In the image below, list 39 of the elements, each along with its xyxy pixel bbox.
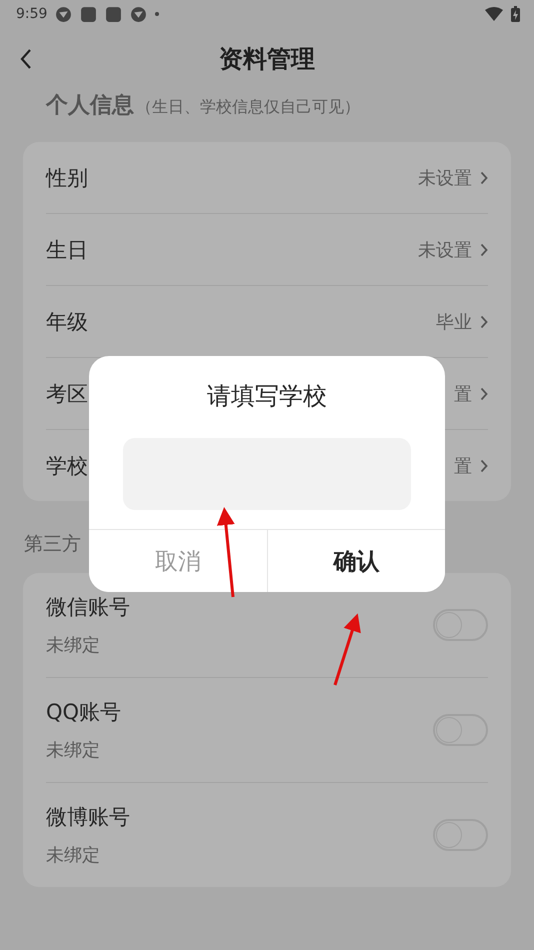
- dialog-title: 请填写学校: [207, 381, 327, 412]
- row-value: 置: [454, 454, 472, 478]
- account-name: 微信账号: [46, 594, 130, 621]
- battery-icon: [511, 6, 520, 22]
- row-label: 学校: [46, 452, 88, 480]
- row-value: 毕业: [436, 310, 472, 334]
- row-label: 性别: [46, 164, 88, 192]
- row-label: 年级: [46, 308, 88, 336]
- binding-status: 未绑定: [46, 634, 101, 657]
- more-dot-icon: [155, 12, 160, 16]
- row-value: 未设置: [418, 166, 472, 190]
- binding-status: 未绑定: [46, 739, 101, 762]
- wifi-icon: [485, 7, 503, 21]
- chevron-icon: [480, 314, 488, 328]
- binding-status: 未绑定: [46, 844, 101, 867]
- settings-row[interactable]: 性别 未设置: [46, 142, 488, 214]
- account-name: QQ账号: [46, 699, 122, 726]
- section-title: 第三方: [24, 533, 81, 555]
- chevron-icon: [480, 386, 488, 400]
- chevron-icon: [480, 170, 488, 184]
- row-label: 生日: [46, 236, 88, 264]
- row-label: 考区: [46, 380, 88, 408]
- notification-icon: [80, 6, 98, 22]
- section-note: （生日、学校信息仅自己可见）: [136, 97, 360, 118]
- row-value: 未设置: [418, 238, 472, 262]
- back-icon[interactable]: [20, 48, 32, 70]
- notification-icon: [130, 6, 148, 22]
- status-time: 9:59: [16, 6, 48, 22]
- notification-icon: [105, 6, 122, 22]
- settings-row[interactable]: 学校 置: [46, 430, 488, 501]
- chevron-icon: [480, 242, 488, 256]
- settings-row[interactable]: 生日 未设置: [46, 214, 488, 286]
- chevron-icon: [480, 458, 488, 472]
- page-title: 资料管理: [219, 44, 315, 75]
- section-title: 个人信息: [46, 92, 134, 120]
- school-input-field[interactable]: [123, 438, 411, 510]
- row-value: 置: [454, 382, 472, 406]
- notification-icon: [55, 6, 72, 22]
- account-name: 微博账号: [46, 804, 130, 831]
